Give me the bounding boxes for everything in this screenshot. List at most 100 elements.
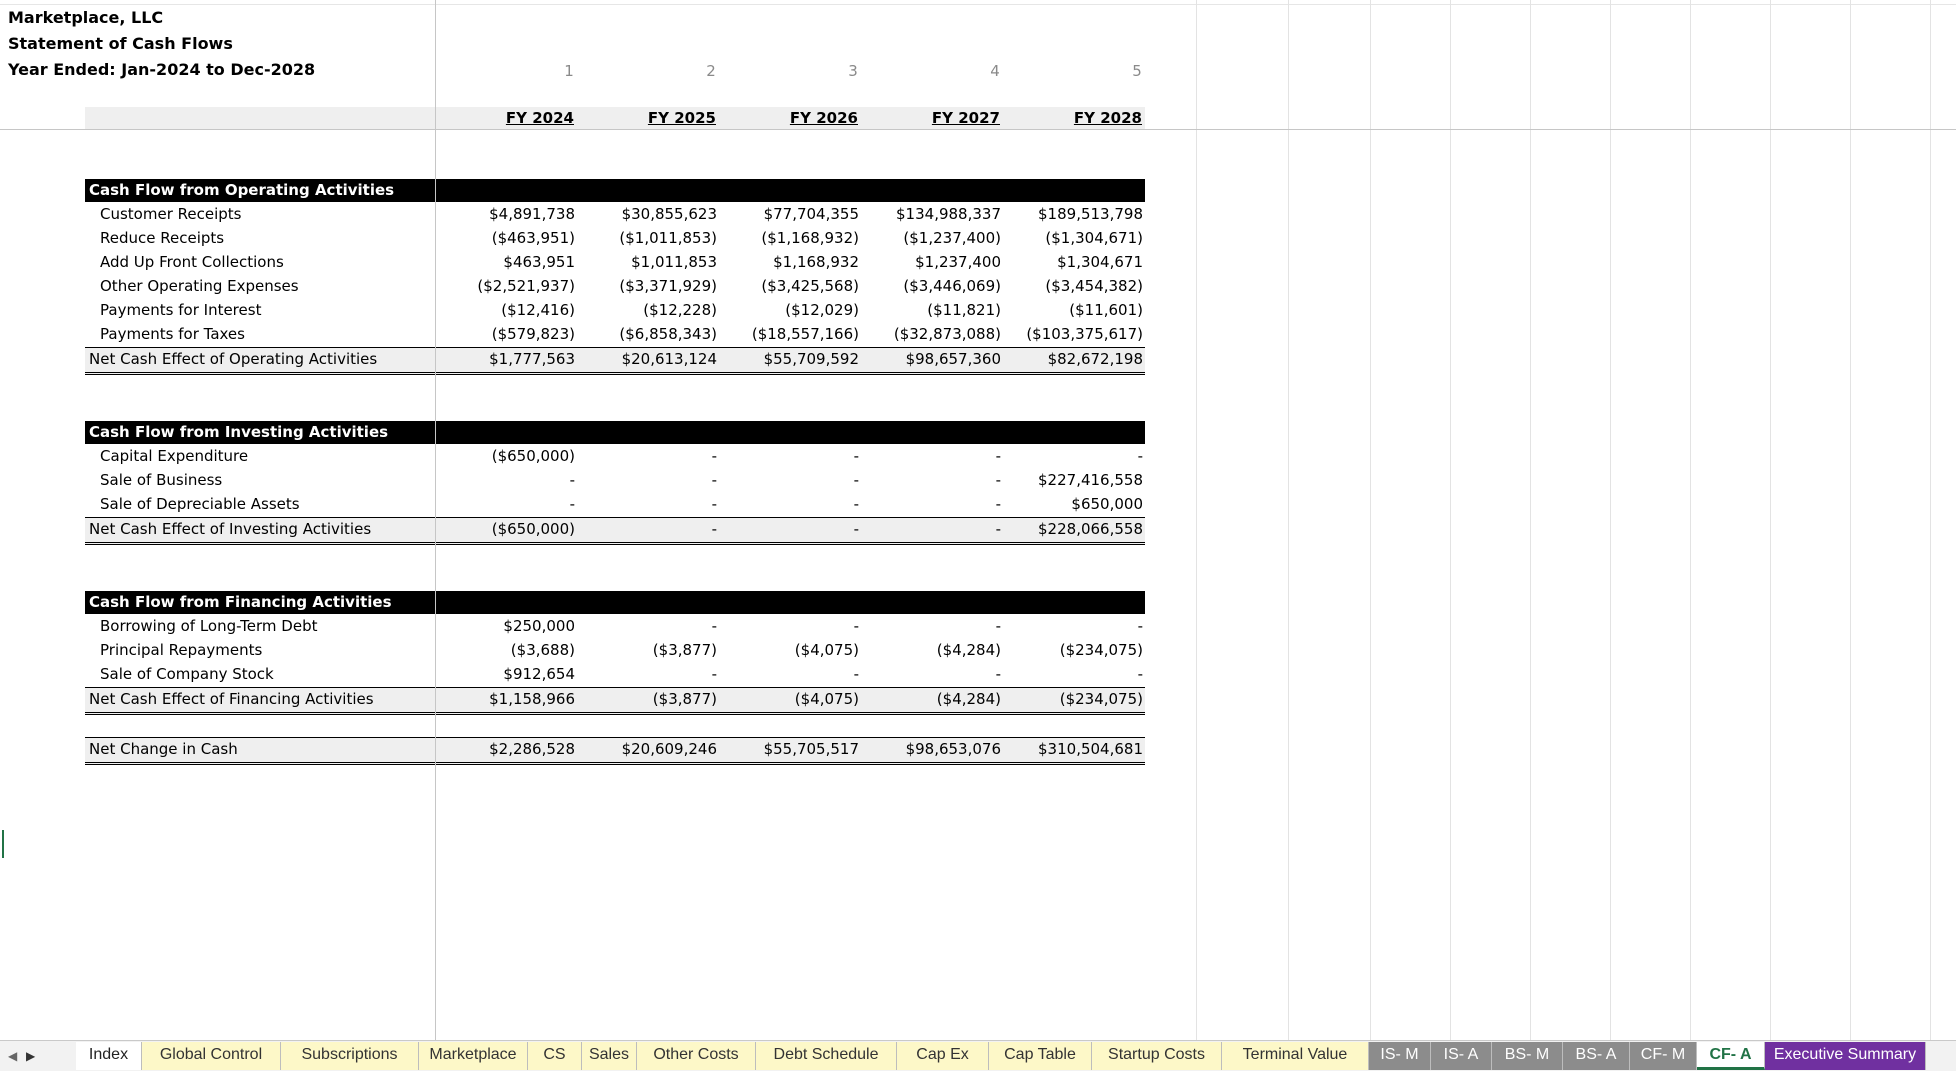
section-total-row: Net Cash Effect of Investing Activities (… (85, 517, 1145, 545)
line-item-row: Borrowing of Long-Term Debt $250,000 - - - - (85, 615, 1145, 639)
value-cell: ($579,823) (491, 325, 575, 343)
sheet-tab[interactable]: IS- A (1431, 1042, 1492, 1070)
value-cell: - (711, 520, 717, 538)
row-label: Add Up Front Collections (100, 253, 284, 271)
sheet-tab[interactable]: Cap Ex (897, 1042, 989, 1070)
column-gridline (1288, 0, 1289, 1040)
value-cell: $189,513,798 (1038, 205, 1143, 223)
fiscal-year-header: FY 2026 (789, 109, 858, 127)
sheet-tab[interactable]: Subscriptions (281, 1042, 419, 1070)
row-label: Customer Receipts (100, 205, 242, 223)
section-header-investing: Cash Flow from Investing Activities (85, 421, 1145, 444)
value-cell: $82,672,198 (1047, 350, 1143, 368)
sheet-tab[interactable]: Other Costs (637, 1042, 756, 1070)
value-cell: $912,654 (503, 665, 575, 683)
value-cell: $310,504,681 (1038, 740, 1143, 758)
sheet-tab[interactable]: Index (76, 1042, 142, 1070)
sheet-tab[interactable]: Cap Table (989, 1042, 1092, 1070)
section-total-row: Net Cash Effect of Financing Activities $… (85, 687, 1145, 715)
value-cell: ($3,877) (652, 690, 717, 708)
sheet-tab[interactable]: CS (528, 1042, 582, 1070)
sheet-tab[interactable]: CF- A (1697, 1042, 1765, 1070)
value-cell: $250,000 (503, 617, 575, 635)
value-cell: $1,237,400 (915, 253, 1001, 271)
value-cell: ($234,075) (1059, 641, 1143, 659)
line-item-row: Payments for Interest ($12,416) ($12,228) (… (85, 299, 1145, 323)
header-gridline (0, 4, 1956, 5)
value-cell: $1,304,671 (1057, 253, 1143, 271)
sheet-tab[interactable]: Startup Costs (1092, 1042, 1222, 1070)
scroll-right-icon[interactable]: ▶ (26, 1049, 35, 1063)
value-cell: ($4,284) (936, 690, 1001, 708)
value-cell: ($3,446,069) (903, 277, 1001, 295)
value-cell: - (853, 520, 859, 538)
value-cell: $98,657,360 (905, 350, 1001, 368)
sheet-tab-bar: ◀ ▶ Index Global Control Subscriptions Mark… (0, 1040, 1956, 1071)
row-label: Sale of Company Stock (100, 665, 274, 683)
value-cell: ($3,371,929) (619, 277, 717, 295)
period-label: Year Ended: Jan-2024 to Dec-2028 (8, 60, 316, 79)
row-label: Payments for Interest (100, 301, 262, 319)
row-label: Capital Expenditure (100, 447, 249, 465)
value-cell: ($18,557,166) (751, 325, 859, 343)
value-cell: ($463,951) (491, 229, 575, 247)
row-label: Net Change in Cash (89, 740, 238, 758)
value-cell: - (995, 471, 1001, 489)
value-cell: ($1,168,932) (761, 229, 859, 247)
sheet-tab[interactable]: Debt Schedule (756, 1042, 897, 1070)
value-cell: ($11,821) (927, 301, 1001, 319)
value-cell: ($12,416) (501, 301, 575, 319)
value-cell: $77,704,355 (763, 205, 859, 223)
sheet-tab[interactable]: CF- M (1630, 1042, 1697, 1070)
value-cell: - (569, 495, 575, 513)
value-cell: - (995, 520, 1001, 538)
column-gridline (1530, 0, 1531, 1040)
spreadsheet-grid[interactable]: Marketplace, LLC Statement of Cash Flows… (0, 0, 1956, 1040)
value-cell: ($1,011,853) (619, 229, 717, 247)
sheet-tab[interactable]: BS- A (1563, 1042, 1630, 1070)
value-cell: ($3,425,568) (761, 277, 859, 295)
value-cell: ($650,000) (491, 520, 575, 538)
sheet-tab[interactable]: Executive Summary (1765, 1042, 1926, 1070)
active-cell-marker (2, 830, 4, 858)
value-cell: - (853, 665, 859, 683)
value-cell: ($103,375,617) (1026, 325, 1143, 343)
sheet-tab[interactable]: Sales (582, 1042, 637, 1070)
column-gridline (1196, 0, 1197, 1040)
row-label: Other Operating Expenses (100, 277, 299, 295)
row-label: Net Cash Effect of Investing Activities (89, 520, 372, 538)
line-item-row: Principal Repayments ($3,688) ($3,877) ($4,… (85, 639, 1145, 663)
sheet-tab[interactable]: BS- M (1492, 1042, 1563, 1070)
row-label: Principal Repayments (100, 641, 263, 659)
value-cell: - (569, 471, 575, 489)
section-title: Cash Flow from Financing Activities (89, 593, 392, 611)
row-label: Payments for Taxes (100, 325, 245, 343)
section-title: Cash Flow from Investing Activities (89, 423, 389, 441)
row-label: Borrowing of Long-Term Debt (100, 617, 318, 635)
column-gridline (1450, 0, 1451, 1040)
value-cell: - (1137, 447, 1143, 465)
fiscal-year-header: FY 2025 (647, 109, 716, 127)
value-cell: ($4,075) (794, 641, 859, 659)
scroll-left-icon[interactable]: ◀ (8, 1049, 17, 1063)
value-cell: ($11,601) (1069, 301, 1143, 319)
value-cell: - (995, 617, 1001, 635)
column-number: 2 (706, 62, 716, 80)
value-cell: ($12,029) (785, 301, 859, 319)
value-cell: $30,855,623 (621, 205, 717, 223)
column-number: 1 (564, 62, 574, 80)
value-cell: $1,158,966 (489, 690, 575, 708)
section-title: Cash Flow from Operating Activities (89, 181, 395, 199)
value-cell: $20,609,246 (621, 740, 717, 758)
value-cell: - (711, 471, 717, 489)
section-header-financing: Cash Flow from Financing Activities (85, 591, 1145, 614)
sheet-tab[interactable]: Terminal Value (1222, 1042, 1369, 1070)
value-cell: $650,000 (1071, 495, 1143, 513)
value-cell: $1,011,853 (631, 253, 717, 271)
sheet-tab[interactable]: IS- M (1369, 1042, 1431, 1070)
value-cell: ($4,284) (936, 641, 1001, 659)
line-item-row: Other Operating Expenses ($2,521,937) ($3,… (85, 275, 1145, 299)
sheet-tab[interactable]: Global Control (142, 1042, 281, 1070)
sheet-tab[interactable]: Marketplace (419, 1042, 528, 1070)
column-gridline (1930, 0, 1931, 1040)
